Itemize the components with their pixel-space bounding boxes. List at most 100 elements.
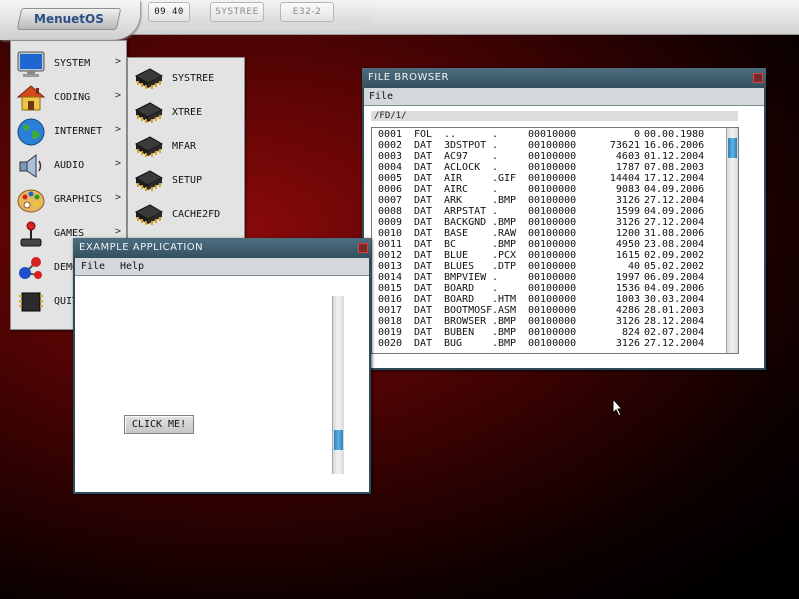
scrollbar-thumb[interactable]	[728, 138, 737, 158]
menu-file[interactable]: File	[369, 91, 393, 102]
table-row[interactable]: 0003 DAT AC97. 00100000 4603 01.12.2004	[372, 151, 724, 162]
table-cell: 1599	[615, 206, 640, 217]
window-title[interactable]: FILE BROWSER	[362, 68, 766, 88]
submenu-item-xtree[interactable]: XTREE	[128, 96, 244, 130]
chevron-right-icon: >	[114, 56, 121, 67]
table-cell: .	[492, 206, 499, 217]
table-row[interactable]: 0008 DAT ARPSTAT. 00100000 1599 04.09.2006	[372, 206, 724, 217]
table-row[interactable]: 0017 DAT BOOTMOSF .ASM 00100000 4286 28.01.200…	[372, 305, 724, 316]
table-cell: 04.09.2006	[644, 206, 705, 217]
table-cell: 0011	[378, 239, 403, 250]
table-cell: 40	[627, 261, 640, 272]
table-cell: 3DSTPOT	[444, 140, 487, 151]
table-cell: 02.09.2002	[644, 250, 705, 261]
vertical-scrollbar[interactable]	[332, 296, 344, 474]
scrollbar-thumb[interactable]	[334, 430, 343, 450]
table-cell: 0017	[378, 305, 403, 316]
table-cell: DAT	[414, 162, 433, 173]
table-row[interactable]: 0001 FOL... 00010000 0 00.00.1980	[372, 129, 724, 140]
table-row[interactable]: 0018 DAT BROWSER .BMP 00100000 3126 28.12.2004	[372, 316, 724, 327]
table-cell: 27.12.2004	[644, 338, 705, 349]
table-cell: .BMP	[492, 338, 517, 349]
path-field[interactable]: /FD/1/	[371, 111, 738, 121]
table-cell: 00100000	[528, 305, 577, 316]
table-cell: 0016	[378, 294, 403, 305]
table-row[interactable]: 0014 DAT BMPVIEW. 00100000 1997 06.09.2004	[372, 272, 724, 283]
table-cell: 1003	[615, 294, 640, 305]
table-cell: 00100000	[528, 338, 577, 349]
monitor-icon	[17, 51, 45, 77]
table-row[interactable]: 0005 DAT AIR .GIF 00100000 14404 17.12.2004	[372, 173, 724, 184]
table-row[interactable]: 0012 DAT BLUE .PCX 00100000 1615 02.09.2002	[372, 250, 724, 261]
menu-item-label: INTERNET	[54, 126, 103, 137]
table-cell: 00100000	[528, 217, 577, 228]
menu-item-audio[interactable]: AUDIO >	[11, 149, 126, 183]
table-row[interactable]: 0007 DAT ARK .BMP 00100000 3126 27.12.2004	[372, 195, 724, 206]
window-title[interactable]: EXAMPLE APPLICATION	[73, 238, 371, 258]
table-cell: BASE	[444, 228, 469, 239]
table-cell: 00100000	[528, 316, 577, 327]
table-cell: DAT	[414, 206, 433, 217]
table-row[interactable]: 0013 DAT BLUES .DTP 00100000 40 05.02.2002	[372, 261, 724, 272]
table-cell: 0012	[378, 250, 403, 261]
chevron-right-icon: >	[114, 124, 121, 135]
joystick-icon	[20, 221, 42, 247]
submenu-item-cache2fd[interactable]: CACHE2FD	[128, 198, 244, 232]
table-row[interactable]: 0002 DAT 3DSTPOT. 00100000 73621 16.06.2006	[372, 140, 724, 151]
table-cell: DAT	[414, 239, 433, 250]
table-cell: ..	[444, 129, 457, 140]
submenu-item-systree[interactable]: SYSTREE	[128, 62, 244, 96]
table-cell: .	[492, 162, 499, 173]
table-row[interactable]: 0019 DAT BUBEN .BMP 00100000 824 02.07.2004	[372, 327, 724, 338]
table-row[interactable]: 0020 DAT BUG .BMP 00100000 3126 27.12.2004	[372, 338, 724, 349]
menuet-logo-button[interactable]: MenuetOS	[16, 8, 122, 30]
logo-text: MenuetOS	[34, 12, 104, 26]
table-row[interactable]: 0015 DAT BOARD. 00100000 1536 04.09.2006	[372, 283, 724, 294]
close-icon[interactable]	[358, 243, 368, 253]
table-cell: 3126	[615, 217, 640, 228]
table-cell: DAT	[414, 250, 433, 261]
taskbar-button-e32[interactable]: E32-2	[280, 2, 334, 22]
menu-item-system[interactable]: SYSTEM >	[11, 47, 126, 81]
table-cell: ARPSTAT	[444, 206, 487, 217]
table-row[interactable]: 0009 DAT BACKGND .BMP 00100000 3126 27.12.2004	[372, 217, 724, 228]
table-cell: 1787	[615, 162, 640, 173]
submenu-item-mfar[interactable]: MFAR	[128, 130, 244, 164]
click-me-button[interactable]: CLICK ME!	[124, 415, 194, 434]
table-row[interactable]: 0016 DAT BOARD .HTM 00100000 1003 30.03.2004	[372, 294, 724, 305]
table-cell: BROWSER	[444, 316, 487, 327]
submenu-item-setup[interactable]: SETUP	[128, 164, 244, 198]
menu-item-coding[interactable]: CODING >	[11, 81, 126, 115]
table-row[interactable]: 0010 DAT BASE .RAW 00100000 1200 31.08.2006	[372, 228, 724, 239]
table-cell: DAT	[414, 272, 433, 283]
table-row[interactable]: 0004 DAT ACLOCK. 00100000 1787 07.08.2003	[372, 162, 724, 173]
table-cell: 00100000	[528, 206, 577, 217]
file-list-scrollbar[interactable]	[726, 128, 738, 353]
table-cell: 06.09.2004	[644, 272, 705, 283]
table-cell: 0009	[378, 217, 403, 228]
taskbar-button-systree[interactable]: SYSTREE	[210, 2, 264, 22]
menu-file[interactable]: File	[81, 261, 105, 272]
table-cell: DAT	[414, 140, 433, 151]
table-cell: 00100000	[528, 283, 577, 294]
table-cell: BLUE	[444, 250, 469, 261]
table-cell: BLUES	[444, 261, 475, 272]
close-icon[interactable]	[753, 73, 763, 83]
table-cell: 0005	[378, 173, 403, 184]
table-cell: .	[492, 272, 499, 283]
table-cell: 4603	[615, 151, 640, 162]
table-row[interactable]: 0006 DAT AIRC. 00100000 9083 04.09.2006	[372, 184, 724, 195]
menu-help[interactable]: Help	[120, 261, 144, 272]
table-cell: 00100000	[528, 272, 577, 283]
menu-item-graphics[interactable]: GRAPHICS >	[11, 183, 126, 217]
table-cell: BOARD	[444, 283, 475, 294]
submenu-item-label: SETUP	[172, 175, 203, 186]
menu-item-internet[interactable]: INTERNET >	[11, 115, 126, 149]
chip-icon	[134, 204, 164, 225]
table-cell: 0002	[378, 140, 403, 151]
table-cell: .BMP	[492, 327, 517, 338]
table-cell: 0003	[378, 151, 403, 162]
table-row[interactable]: 0011 DAT BC .BMP 00100000 4950 23.08.2004	[372, 239, 724, 250]
table-cell: ARK	[444, 195, 463, 206]
table-cell: DAT	[414, 173, 433, 184]
